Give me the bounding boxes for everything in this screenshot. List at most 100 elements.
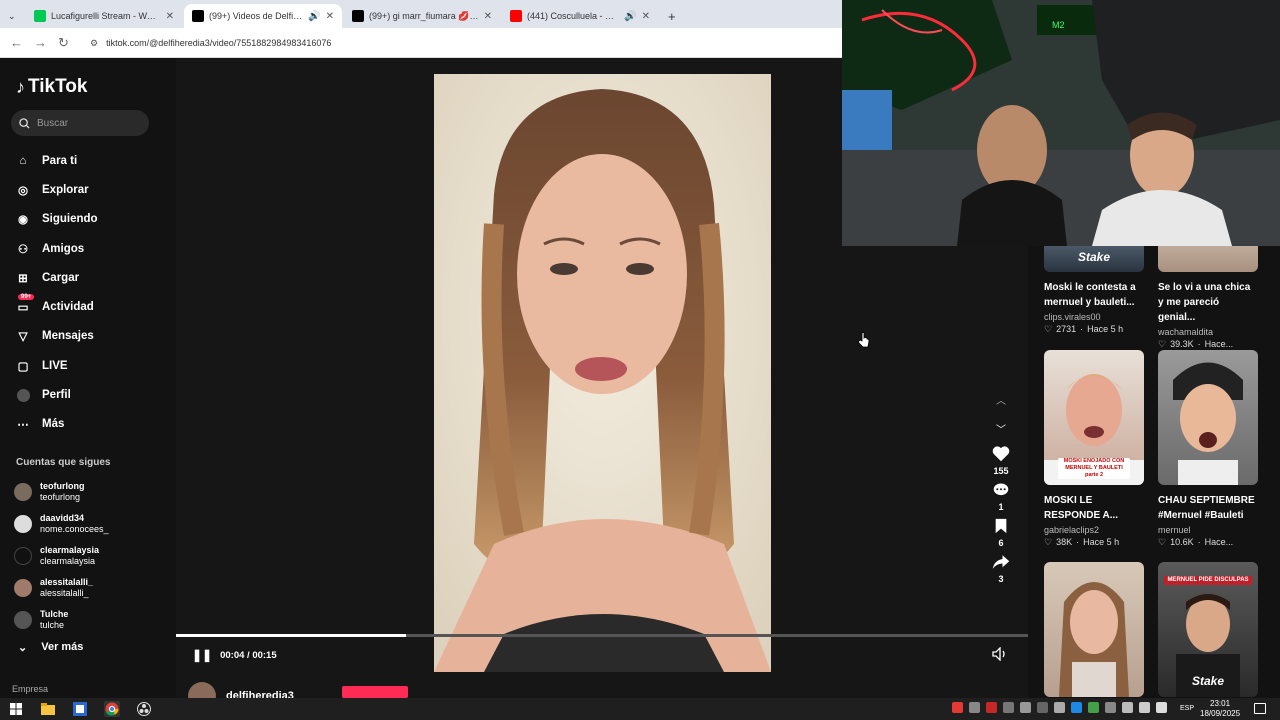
search-box[interactable] xyxy=(11,110,149,136)
tray-icon[interactable] xyxy=(1054,702,1065,713)
following-item[interactable]: teofurlong teofurlong xyxy=(14,476,109,508)
following-item[interactable]: alessitalalli_ alessitalalli_ xyxy=(14,572,109,604)
ver-mas-button[interactable]: ⌄ Ver más xyxy=(18,641,83,654)
tray-icon[interactable] xyxy=(1088,702,1099,713)
network-icon[interactable] xyxy=(1139,702,1150,713)
tray-icon[interactable] xyxy=(1122,702,1133,713)
video-user: wachamaldita xyxy=(1158,327,1214,337)
tray-icon[interactable] xyxy=(1105,702,1116,713)
tray-icon[interactable] xyxy=(1037,702,1048,713)
app-icon[interactable] xyxy=(72,701,88,717)
like-button[interactable]: 155 xyxy=(992,446,1010,476)
video-card[interactable]: Stake Moski le contesta a mernuel y baul… xyxy=(1044,234,1144,335)
chrome-icon[interactable] xyxy=(104,701,120,717)
nav-item-mensajes[interactable]: ▽ Mensajes xyxy=(16,322,98,351)
tiktok-icon xyxy=(352,10,364,22)
nav-label: Cargar xyxy=(42,271,80,284)
feed-navigation: ︿ ﹀ xyxy=(996,392,1006,436)
video-title: MOSKI LE RESPONDE A... xyxy=(1044,495,1119,521)
bluetooth-icon[interactable] xyxy=(1071,702,1082,713)
site-info-icon[interactable]: ⚙ xyxy=(90,38,98,49)
close-icon[interactable]: ✕ xyxy=(642,11,650,22)
share-button[interactable]: 3 xyxy=(992,554,1010,584)
nav-item-cargar[interactable]: ⊞ Cargar xyxy=(16,263,98,292)
forward-icon[interactable]: → xyxy=(34,35,47,50)
youtube-icon xyxy=(510,10,522,22)
streamer-webcam: M2 xyxy=(842,0,1280,246)
following-item[interactable]: daavidd34 nome.conocees_ xyxy=(14,508,109,540)
more-icon: ⋯ xyxy=(17,419,29,432)
nav-label: Actividad xyxy=(42,301,94,314)
video-user: clips.virales00 xyxy=(1044,312,1101,322)
close-icon[interactable]: ✕ xyxy=(326,11,334,22)
avatar xyxy=(14,515,32,533)
following-handle: teofurlong xyxy=(40,492,81,502)
reload-icon[interactable]: ↻ xyxy=(58,35,69,51)
url-field[interactable]: ⚙ tiktok.com/@delfiheredia3/video/755188… xyxy=(86,34,826,52)
speaker-icon[interactable]: 🔊 xyxy=(308,11,320,22)
video-progress-bar[interactable] xyxy=(176,634,1028,637)
nav-item-explorar[interactable]: ◎ Explorar xyxy=(16,175,98,204)
video-card[interactable]: Se lo vi a una chica y me pareció genial… xyxy=(1158,234,1258,350)
video-meta: ♡ 10.6K · Hace... xyxy=(1158,537,1234,547)
nav-item-mas[interactable]: ⋯ Más xyxy=(16,410,98,439)
notification-icon[interactable] xyxy=(1254,703,1266,714)
close-icon[interactable]: ✕ xyxy=(166,11,174,22)
new-tab-button[interactable]: + xyxy=(660,4,680,28)
close-icon[interactable]: ✕ xyxy=(484,11,492,22)
empresa-link[interactable]: Empresa xyxy=(12,684,48,694)
clock-time: 23:01 xyxy=(1210,699,1231,708)
person-thumbnail-image xyxy=(1173,362,1243,485)
bookmark-icon xyxy=(995,518,1007,534)
search-input[interactable] xyxy=(37,117,137,129)
back-icon[interactable]: ← xyxy=(10,35,23,50)
video-card[interactable]: MOSKI ENOJADO CON MERNUEL Y BAULETI part… xyxy=(1044,350,1144,548)
video-card[interactable]: MERNUEL PIDE DISCULPAS Stake xyxy=(1158,562,1258,697)
nav-item-actividad[interactable]: ▭ 99+ Actividad xyxy=(16,292,98,321)
chevron-up-icon[interactable]: ︿ xyxy=(996,392,1006,407)
video-meta: ♡ 39.3K · Hace... xyxy=(1158,339,1234,349)
tray-icon[interactable] xyxy=(952,702,963,713)
tray-icon[interactable] xyxy=(969,702,980,713)
browser-tab-3[interactable]: (99+) gi marr_fiumara 💋 | mar ✕ xyxy=(344,4,500,28)
avatar xyxy=(14,611,32,629)
following-item[interactable]: Tulche tulche xyxy=(14,604,109,636)
tray-icon[interactable] xyxy=(986,702,997,713)
browser-tab-2[interactable]: (99+) Videos de Delfina 🖤 🔊 ✕ xyxy=(184,4,342,28)
ver-mas-label: Ver más xyxy=(41,641,84,653)
friends-icon: ⚇ xyxy=(17,243,29,256)
tray-icon[interactable] xyxy=(1003,702,1014,713)
speaker-icon[interactable]: 🔊 xyxy=(624,11,636,22)
volume-icon[interactable] xyxy=(1156,702,1167,713)
browser-tab-4[interactable]: (441) Cosculluela - Hola Beb 🔊 ✕ xyxy=(502,4,658,28)
video-card[interactable] xyxy=(1044,562,1144,697)
nav-item-siguiendo[interactable]: ◉ Siguiendo xyxy=(16,205,98,234)
nav-item-amigos[interactable]: ⚇ Amigos xyxy=(16,234,98,263)
tray-icon[interactable] xyxy=(1020,702,1031,713)
clock[interactable]: 23:01 18/09/2025 xyxy=(1200,699,1240,719)
share-count: 3 xyxy=(998,574,1004,584)
nav-item-live[interactable]: ▢ LIVE xyxy=(16,351,98,380)
video-card[interactable]: CHAU SEPTIEMBRE #Mernuel #Bauleti mernue… xyxy=(1158,350,1258,548)
tab-dropdown[interactable]: ⌄ xyxy=(4,4,24,28)
file-explorer-icon[interactable] xyxy=(40,701,56,717)
obs-icon[interactable] xyxy=(136,701,152,717)
tiktok-logo[interactable]: ♪ TikTok xyxy=(16,76,87,98)
volume-icon[interactable] xyxy=(992,646,1008,666)
save-count: 6 xyxy=(998,538,1004,548)
following-header: Cuentas que sigues xyxy=(16,457,111,468)
windows-start-icon[interactable] xyxy=(8,701,24,717)
nav-item-perfil[interactable]: Perfil xyxy=(16,380,98,409)
browser-tab-1[interactable]: Lucafigurelli Stream - Watch Live ✕ xyxy=(26,4,182,28)
pause-icon[interactable]: ❚❚ xyxy=(192,648,212,662)
video-frame[interactable] xyxy=(434,74,771,672)
stake-logo: Stake xyxy=(1192,674,1225,688)
following-item[interactable]: clearmalaysia clearmalaysia xyxy=(14,540,109,572)
comment-button[interactable]: 1 xyxy=(992,482,1010,512)
follow-button[interactable] xyxy=(342,686,408,698)
address-bar: ← → ↻ ⚙ tiktok.com/@delfiheredia3/video/… xyxy=(0,28,842,58)
save-button[interactable]: 6 xyxy=(994,518,1008,548)
language-indicator[interactable]: ESP xyxy=(1180,705,1194,712)
nav-item-para-ti[interactable]: ⌂ Para ti xyxy=(16,146,98,175)
chevron-down-icon[interactable]: ﹀ xyxy=(996,421,1006,436)
